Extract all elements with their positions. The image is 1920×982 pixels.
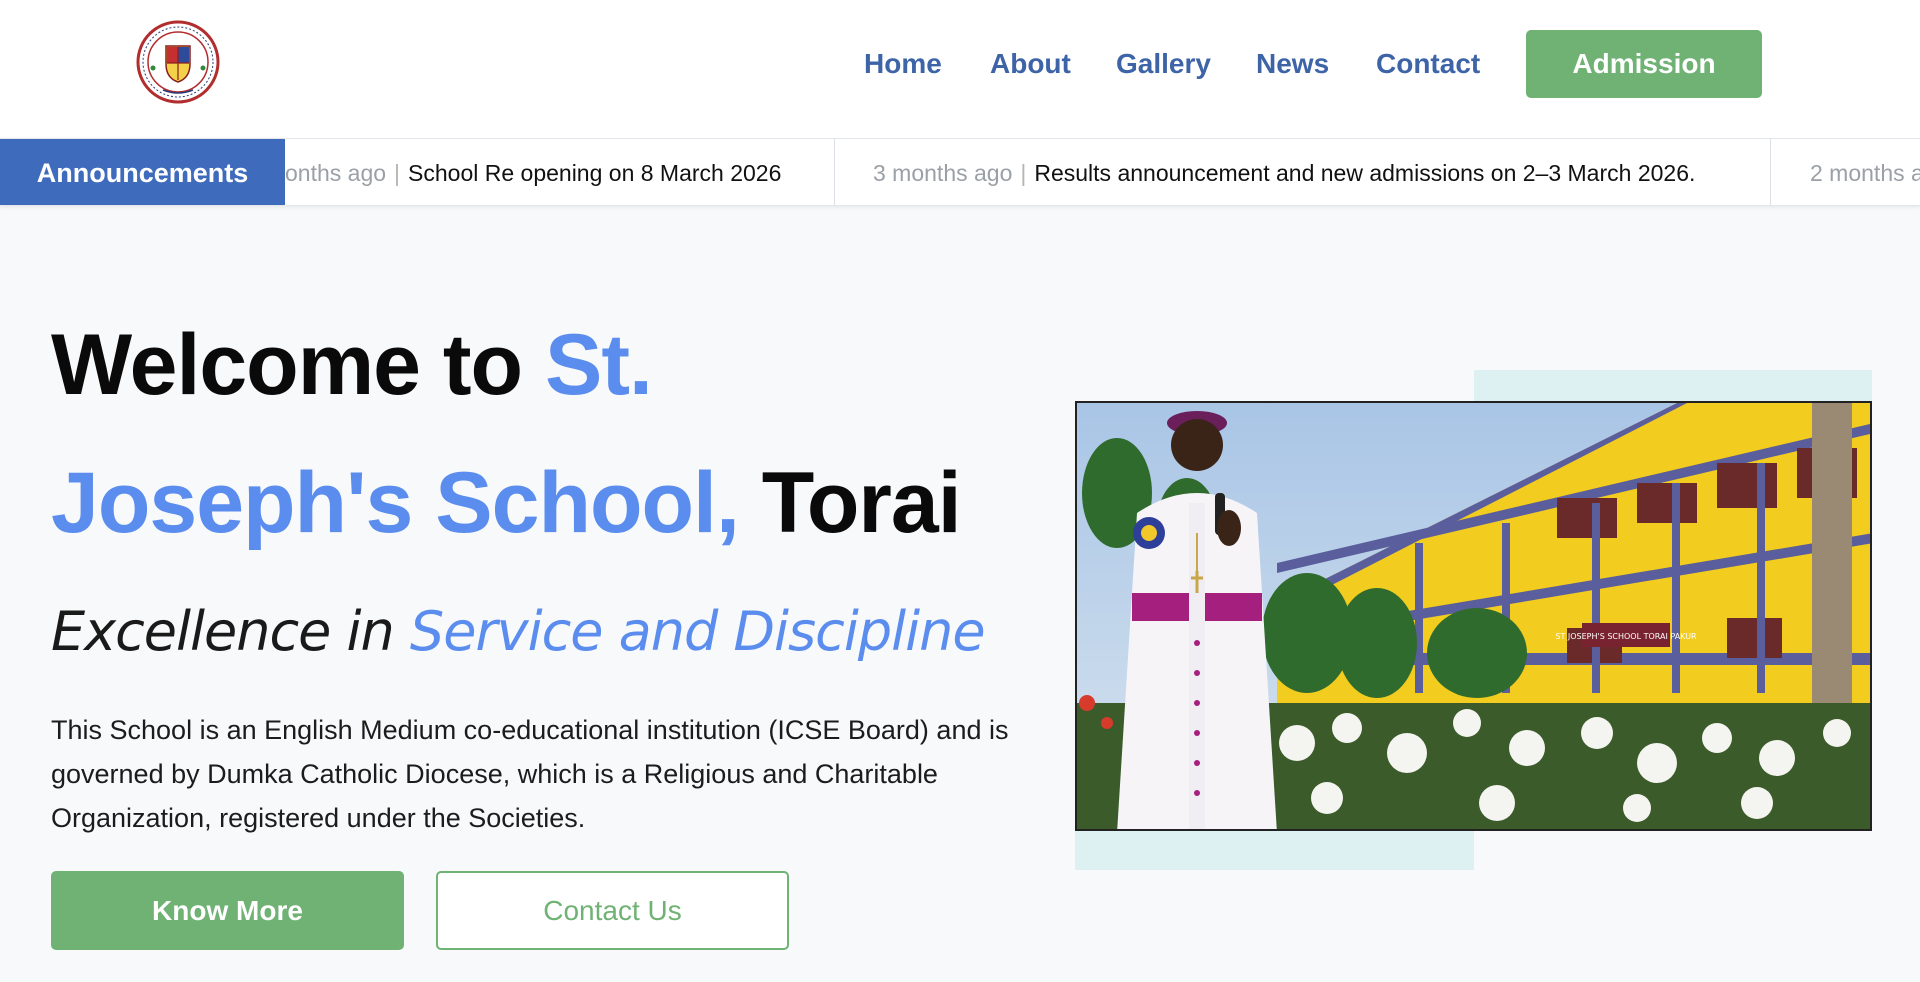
- announcement-text: School Re opening on 8 March 2026: [408, 159, 782, 186]
- hero-description: This School is an English Medium co-educ…: [51, 715, 1009, 833]
- announcement-divider: [1770, 139, 1771, 205]
- announcement-item[interactable]: onths ago | School Re opening on 8 March…: [285, 139, 782, 205]
- tagline-highlight: Service and Discipline: [409, 600, 986, 663]
- announcement-separator: |: [394, 159, 401, 186]
- hero-tagline: Excellence in Service and Discipline: [51, 600, 986, 663]
- nav-gallery-link[interactable]: Gallery: [1116, 30, 1211, 98]
- nav-about-link[interactable]: About: [990, 30, 1071, 98]
- announcement-item[interactable]: 3 months ago | Results announcement and …: [873, 139, 1696, 205]
- announcement-time: onths ago: [285, 159, 387, 186]
- school-crest-icon: [136, 20, 220, 104]
- nav-home-link[interactable]: Home: [864, 30, 942, 98]
- announcement-time: 2 months ago: [1810, 159, 1920, 186]
- announcement-separator: |: [1020, 159, 1027, 186]
- tagline-part1: Excellence in: [51, 600, 410, 663]
- site-header: Home About Gallery News Contact Admissio…: [0, 0, 1920, 138]
- image-accent-bottom: [1075, 830, 1474, 870]
- announcement-divider: [834, 139, 835, 205]
- school-building-photo: ST JOSEPH'S SCHOOL TORAI PAKUR: [1077, 403, 1870, 829]
- announcement-item[interactable]: 2 months ago: [1810, 139, 1920, 205]
- hero-image: ST JOSEPH'S SCHOOL TORAI PAKUR: [1075, 401, 1872, 831]
- announcement-ticker: onths ago | School Re opening on 8 March…: [285, 139, 1920, 205]
- hero-title-part2: Torai: [738, 455, 962, 551]
- announcement-bar: Announcements onths ago | School Re open…: [0, 138, 1920, 206]
- contact-us-button[interactable]: Contact Us: [436, 871, 789, 950]
- announcement-text: Results announcement and new admissions …: [1034, 159, 1696, 186]
- building-sign-text: ST JOSEPH'S SCHOOL TORAI PAKUR: [1555, 632, 1697, 641]
- know-more-button[interactable]: Know More: [51, 871, 404, 950]
- nav-news-link[interactable]: News: [1256, 30, 1329, 98]
- nav-contact-link[interactable]: Contact: [1376, 30, 1480, 98]
- admission-button[interactable]: Admission: [1526, 30, 1762, 98]
- announcement-time: 3 months ago: [873, 159, 1013, 186]
- announcements-label: Announcements: [0, 139, 285, 205]
- hero-title: Welcome to St. Joseph's School, Torai: [51, 296, 1011, 572]
- school-logo[interactable]: [136, 20, 220, 104]
- hero-title-part1: Welcome to: [51, 317, 545, 413]
